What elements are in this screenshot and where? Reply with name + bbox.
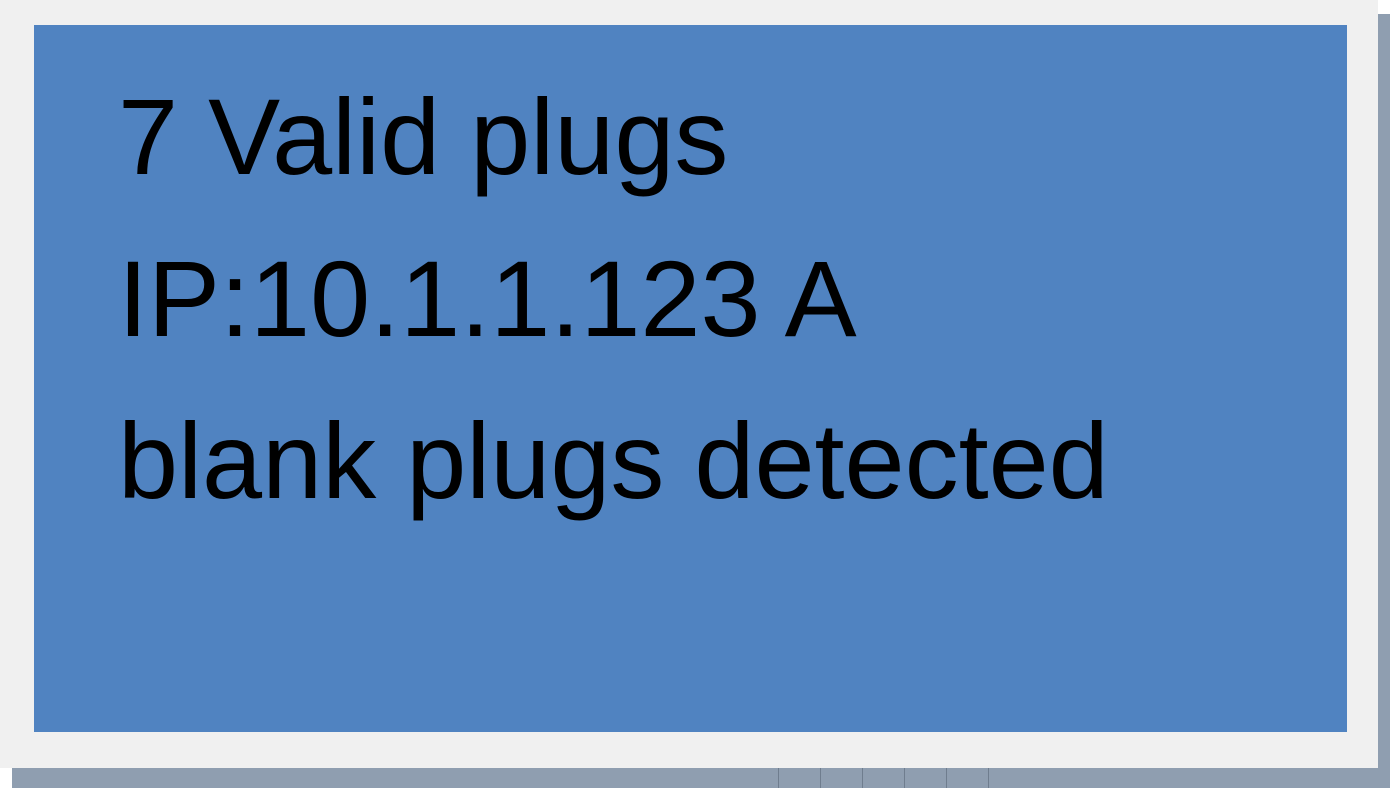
segment-tick xyxy=(988,768,989,788)
device-shadow-right xyxy=(1378,14,1390,788)
status-line-valid-plugs: 7 Valid plugs xyxy=(118,76,729,197)
segment-tick xyxy=(946,768,988,788)
device-shadow-bottom xyxy=(12,768,1390,788)
segment-tick xyxy=(778,768,820,788)
lcd-screen: 7 Valid plugs IP:10.1.1.123 A blank plug… xyxy=(34,25,1347,732)
segment-tick xyxy=(862,768,904,788)
segment-tick xyxy=(904,768,946,788)
status-line-ip-address: IP:10.1.1.123 A xyxy=(118,238,857,359)
status-line-blank-plugs: blank plugs detected xyxy=(118,400,1109,521)
segment-tick xyxy=(820,768,862,788)
display-bezel: 7 Valid plugs IP:10.1.1.123 A blank plug… xyxy=(0,0,1378,768)
shadow-segment-ticks xyxy=(778,768,994,788)
